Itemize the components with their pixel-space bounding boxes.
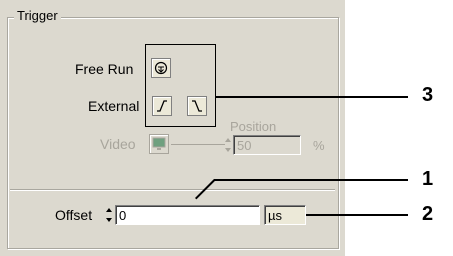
group-divider bbox=[10, 189, 335, 190]
position-field[interactable]: 50 bbox=[233, 135, 301, 155]
offset-spinner[interactable] bbox=[105, 205, 113, 225]
callout-number-3: 3 bbox=[422, 84, 434, 106]
position-unit: % bbox=[313, 138, 325, 153]
monitor-icon bbox=[152, 137, 166, 150]
external-label: External bbox=[88, 98, 140, 114]
trigger-panel: Trigger Free Run External Video Position… bbox=[0, 0, 345, 256]
video-label: Video bbox=[100, 136, 136, 152]
position-label: Position bbox=[230, 119, 277, 134]
video-connector bbox=[171, 144, 225, 145]
callout-number-1: 1 bbox=[422, 168, 434, 190]
callout-line-3 bbox=[216, 96, 408, 98]
trigger-group-title: Trigger bbox=[14, 8, 61, 23]
offset-field[interactable]: 0 bbox=[115, 205, 260, 225]
offset-unit-field[interactable]: µs bbox=[264, 205, 306, 225]
offset-label: Offset bbox=[55, 207, 93, 223]
video-button[interactable] bbox=[149, 134, 169, 154]
free-run-label: Free Run bbox=[75, 61, 134, 77]
callout-number-2: 2 bbox=[422, 203, 434, 225]
position-spinner[interactable] bbox=[224, 135, 232, 155]
callout-line-1 bbox=[214, 179, 408, 181]
callout-line-2 bbox=[306, 214, 408, 216]
callout-box-3 bbox=[145, 44, 216, 127]
